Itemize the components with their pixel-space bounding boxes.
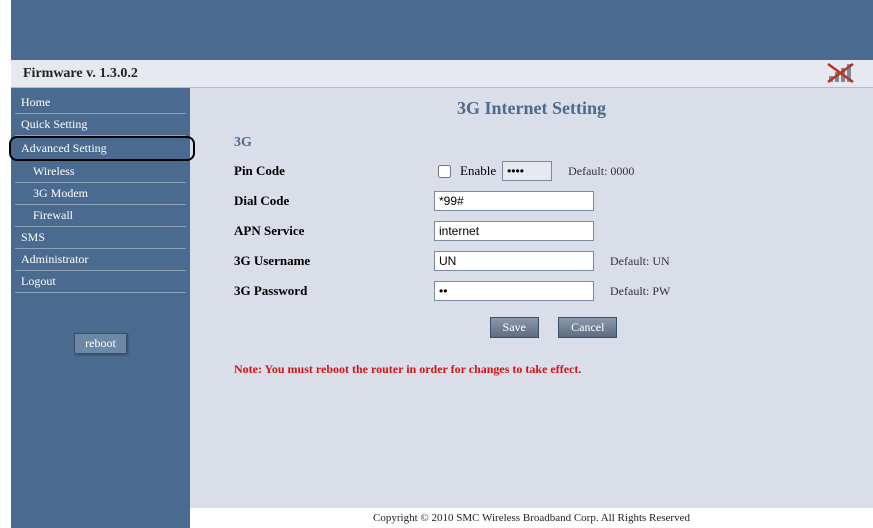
cancel-button[interactable]: Cancel xyxy=(558,317,617,338)
sidebar-item-home[interactable]: Home xyxy=(15,92,186,114)
3g-password-input[interactable] xyxy=(434,281,594,301)
dial-code-label: Dial Code xyxy=(234,193,434,209)
sidebar-item-advanced-setting[interactable]: Advanced Setting xyxy=(9,136,195,161)
signal-disabled-icon xyxy=(827,62,855,84)
dial-code-input[interactable] xyxy=(434,191,594,211)
reboot-button[interactable]: reboot xyxy=(74,333,127,354)
page-title: 3G Internet Setting xyxy=(190,98,873,119)
pin-code-label: Pin Code xyxy=(234,163,434,179)
firmware-version: Firmware v. 1.3.0.2 xyxy=(23,66,138,81)
sidebar-item-administrator[interactable]: Administrator xyxy=(15,249,186,271)
sidebar-item-quick-setting[interactable]: Quick Setting xyxy=(15,114,186,136)
pin-enable-checkbox[interactable] xyxy=(438,165,451,178)
apn-service-input[interactable] xyxy=(434,221,594,241)
reboot-note: Note: You must reboot the router in orde… xyxy=(234,362,873,377)
section-title: 3G xyxy=(234,135,873,151)
content-panel: 3G Internet Setting 3G Pin Code Enable D… xyxy=(190,88,873,508)
sidebar-item-firewall[interactable]: Firewall xyxy=(15,205,186,227)
settings-form: Pin Code Enable Default: 0000 Dial Code … xyxy=(234,161,873,338)
3g-username-label: 3G Username xyxy=(234,253,434,269)
footer-copyright: Copyright © 2010 SMC Wireless Broadband … xyxy=(190,508,873,528)
apn-service-label: APN Service xyxy=(234,223,434,239)
sidebar: Home Quick Setting Advanced Setting Wire… xyxy=(11,88,190,528)
3g-username-input[interactable] xyxy=(434,251,594,271)
save-button[interactable]: Save xyxy=(490,317,539,338)
3g-password-hint: Default: PW xyxy=(610,284,670,299)
sidebar-item-sms[interactable]: SMS xyxy=(15,227,186,249)
header-banner xyxy=(11,0,873,60)
pin-code-hint: Default: 0000 xyxy=(568,164,634,179)
sidebar-item-3g-modem[interactable]: 3G Modem xyxy=(15,183,186,205)
pin-code-input[interactable] xyxy=(502,161,552,181)
firmware-bar: Firmware v. 1.3.0.2 xyxy=(11,60,873,88)
3g-password-label: 3G Password xyxy=(234,283,434,299)
sidebar-item-logout[interactable]: Logout xyxy=(15,271,186,293)
3g-username-hint: Default: UN xyxy=(610,254,670,269)
pin-enable-label: Enable xyxy=(460,163,496,179)
sidebar-item-wireless[interactable]: Wireless xyxy=(15,161,186,183)
